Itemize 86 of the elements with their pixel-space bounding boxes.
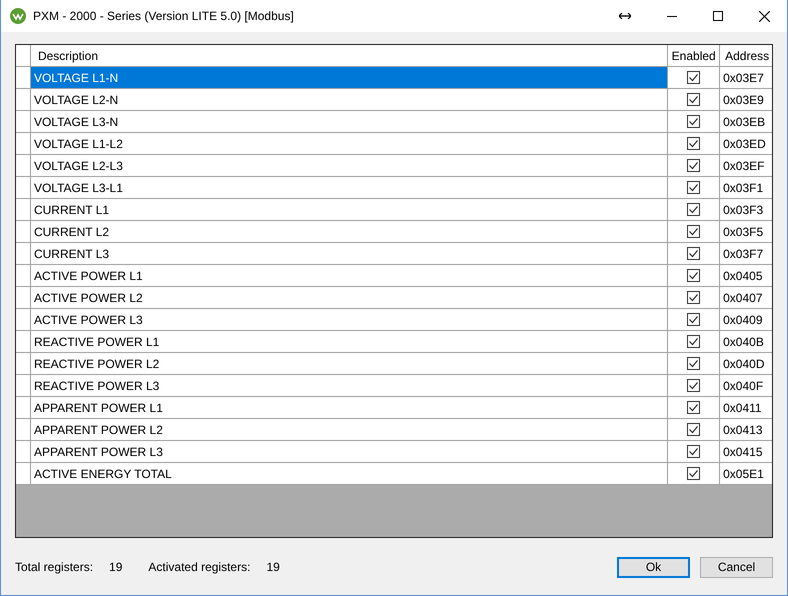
row-header[interactable] (16, 177, 31, 199)
row-header[interactable] (16, 375, 31, 397)
row-header[interactable] (16, 133, 31, 155)
table-cell: 0x040F (720, 375, 772, 397)
row-header[interactable] (16, 331, 31, 353)
checkbox[interactable] (687, 445, 700, 458)
table-cell: 0x03F1 (720, 177, 772, 199)
table-cell: 0x03F3 (720, 199, 772, 221)
row-header[interactable] (16, 419, 31, 441)
table-cell: 0x0409 (720, 309, 772, 331)
table-cell[interactable]: VOLTAGE L2-N (30, 89, 668, 111)
table-cell[interactable]: CURRENT L1 (30, 199, 668, 221)
row-header[interactable] (16, 441, 31, 463)
table-cell[interactable]: VOLTAGE L1-N (30, 67, 668, 89)
table-cell[interactable]: VOLTAGE L1-L2 (30, 133, 668, 155)
cancel-button[interactable]: Cancel (700, 556, 773, 578)
checkbox[interactable] (687, 269, 700, 282)
row-header[interactable] (16, 287, 31, 309)
ok-button[interactable]: Ok (617, 556, 690, 578)
table-cell: 0x0405 (720, 265, 772, 287)
table-cell: 0x0407 (720, 287, 772, 309)
status-label: Total registers: (15, 560, 94, 574)
table-cell[interactable]: CURRENT L3 (30, 243, 668, 265)
checkbox[interactable] (687, 159, 700, 172)
checkbox[interactable] (687, 423, 700, 436)
checkbox[interactable] (687, 203, 700, 216)
row-header[interactable] (16, 221, 31, 243)
row-header[interactable] (16, 309, 31, 331)
table-cell: 0x0415 (720, 441, 772, 463)
status-value: 19 (109, 560, 122, 574)
table-cell: 0x03E9 (720, 89, 772, 111)
window-title: PXM - 2000 - Series (Version LITE 5.0) [Modbus] (33, 9, 294, 23)
row-header[interactable] (16, 155, 31, 177)
row-header[interactable] (16, 111, 31, 133)
row-header[interactable] (16, 243, 31, 265)
table-cell[interactable]: CURRENT L2 (30, 221, 668, 243)
table-cell[interactable]: APPARENT POWER L1 (30, 397, 668, 419)
checkbox[interactable] (687, 335, 700, 348)
table-cell[interactable]: ACTIVE POWER L2 (30, 287, 668, 309)
table-cell[interactable]: ACTIVE POWER L1 (30, 265, 668, 287)
row-header[interactable] (16, 199, 31, 221)
table-cell[interactable]: REACTIVE POWER L2 (30, 353, 668, 375)
resize-arrows-icon (619, 13, 631, 19)
checkbox[interactable] (687, 467, 700, 480)
checkbox[interactable] (687, 247, 700, 260)
row-header[interactable] (16, 353, 31, 375)
checkbox[interactable] (687, 357, 700, 370)
table-cell: 0x03EF (720, 155, 772, 177)
table-cell: 0x03E7 (720, 67, 772, 89)
table-cell: 0x0413 (720, 419, 772, 441)
maximize-icon (713, 11, 723, 21)
close-icon (758, 10, 770, 22)
checkbox[interactable] (687, 313, 700, 326)
row-header[interactable] (16, 265, 31, 287)
checkbox[interactable] (687, 181, 700, 194)
checkbox[interactable] (687, 225, 700, 238)
column-header[interactable]: Address (720, 45, 772, 67)
table-cell[interactable]: VOLTAGE L3-L1 (30, 177, 668, 199)
checkbox[interactable] (687, 401, 700, 414)
app-logo-icon (10, 8, 26, 24)
table-cell: 0x03F7 (720, 243, 772, 265)
checkbox[interactable] (687, 291, 700, 304)
status-label: Activated registers: (148, 560, 250, 574)
checkbox[interactable] (687, 115, 700, 128)
checkbox[interactable] (687, 137, 700, 150)
table-cell: 0x03ED (720, 133, 772, 155)
table-cell: 0x040D (720, 353, 772, 375)
table-cell[interactable]: APPARENT POWER L2 (30, 419, 668, 441)
table-cell: 0x03EB (720, 111, 772, 133)
table-cell[interactable]: VOLTAGE L3-N (30, 111, 668, 133)
checkbox[interactable] (687, 93, 700, 106)
table-cell: 0x040B (720, 331, 772, 353)
checkbox[interactable] (687, 71, 700, 84)
column-header[interactable]: Enabled (668, 45, 720, 67)
table-cell[interactable]: REACTIVE POWER L3 (30, 375, 668, 397)
table-cell: 0x03F5 (720, 221, 772, 243)
row-header[interactable] (16, 397, 31, 419)
row-header[interactable] (16, 89, 31, 111)
table-cell[interactable]: VOLTAGE L2-L3 (30, 155, 668, 177)
table-cell[interactable]: APPARENT POWER L3 (30, 441, 668, 463)
checkbox[interactable] (687, 379, 700, 392)
row-header (16, 45, 31, 67)
status-value: 19 (266, 560, 280, 574)
table-cell[interactable]: ACTIVE POWER L3 (30, 309, 668, 331)
table-cell[interactable]: REACTIVE POWER L1 (30, 331, 668, 353)
table-cell: 0x0411 (720, 397, 772, 419)
